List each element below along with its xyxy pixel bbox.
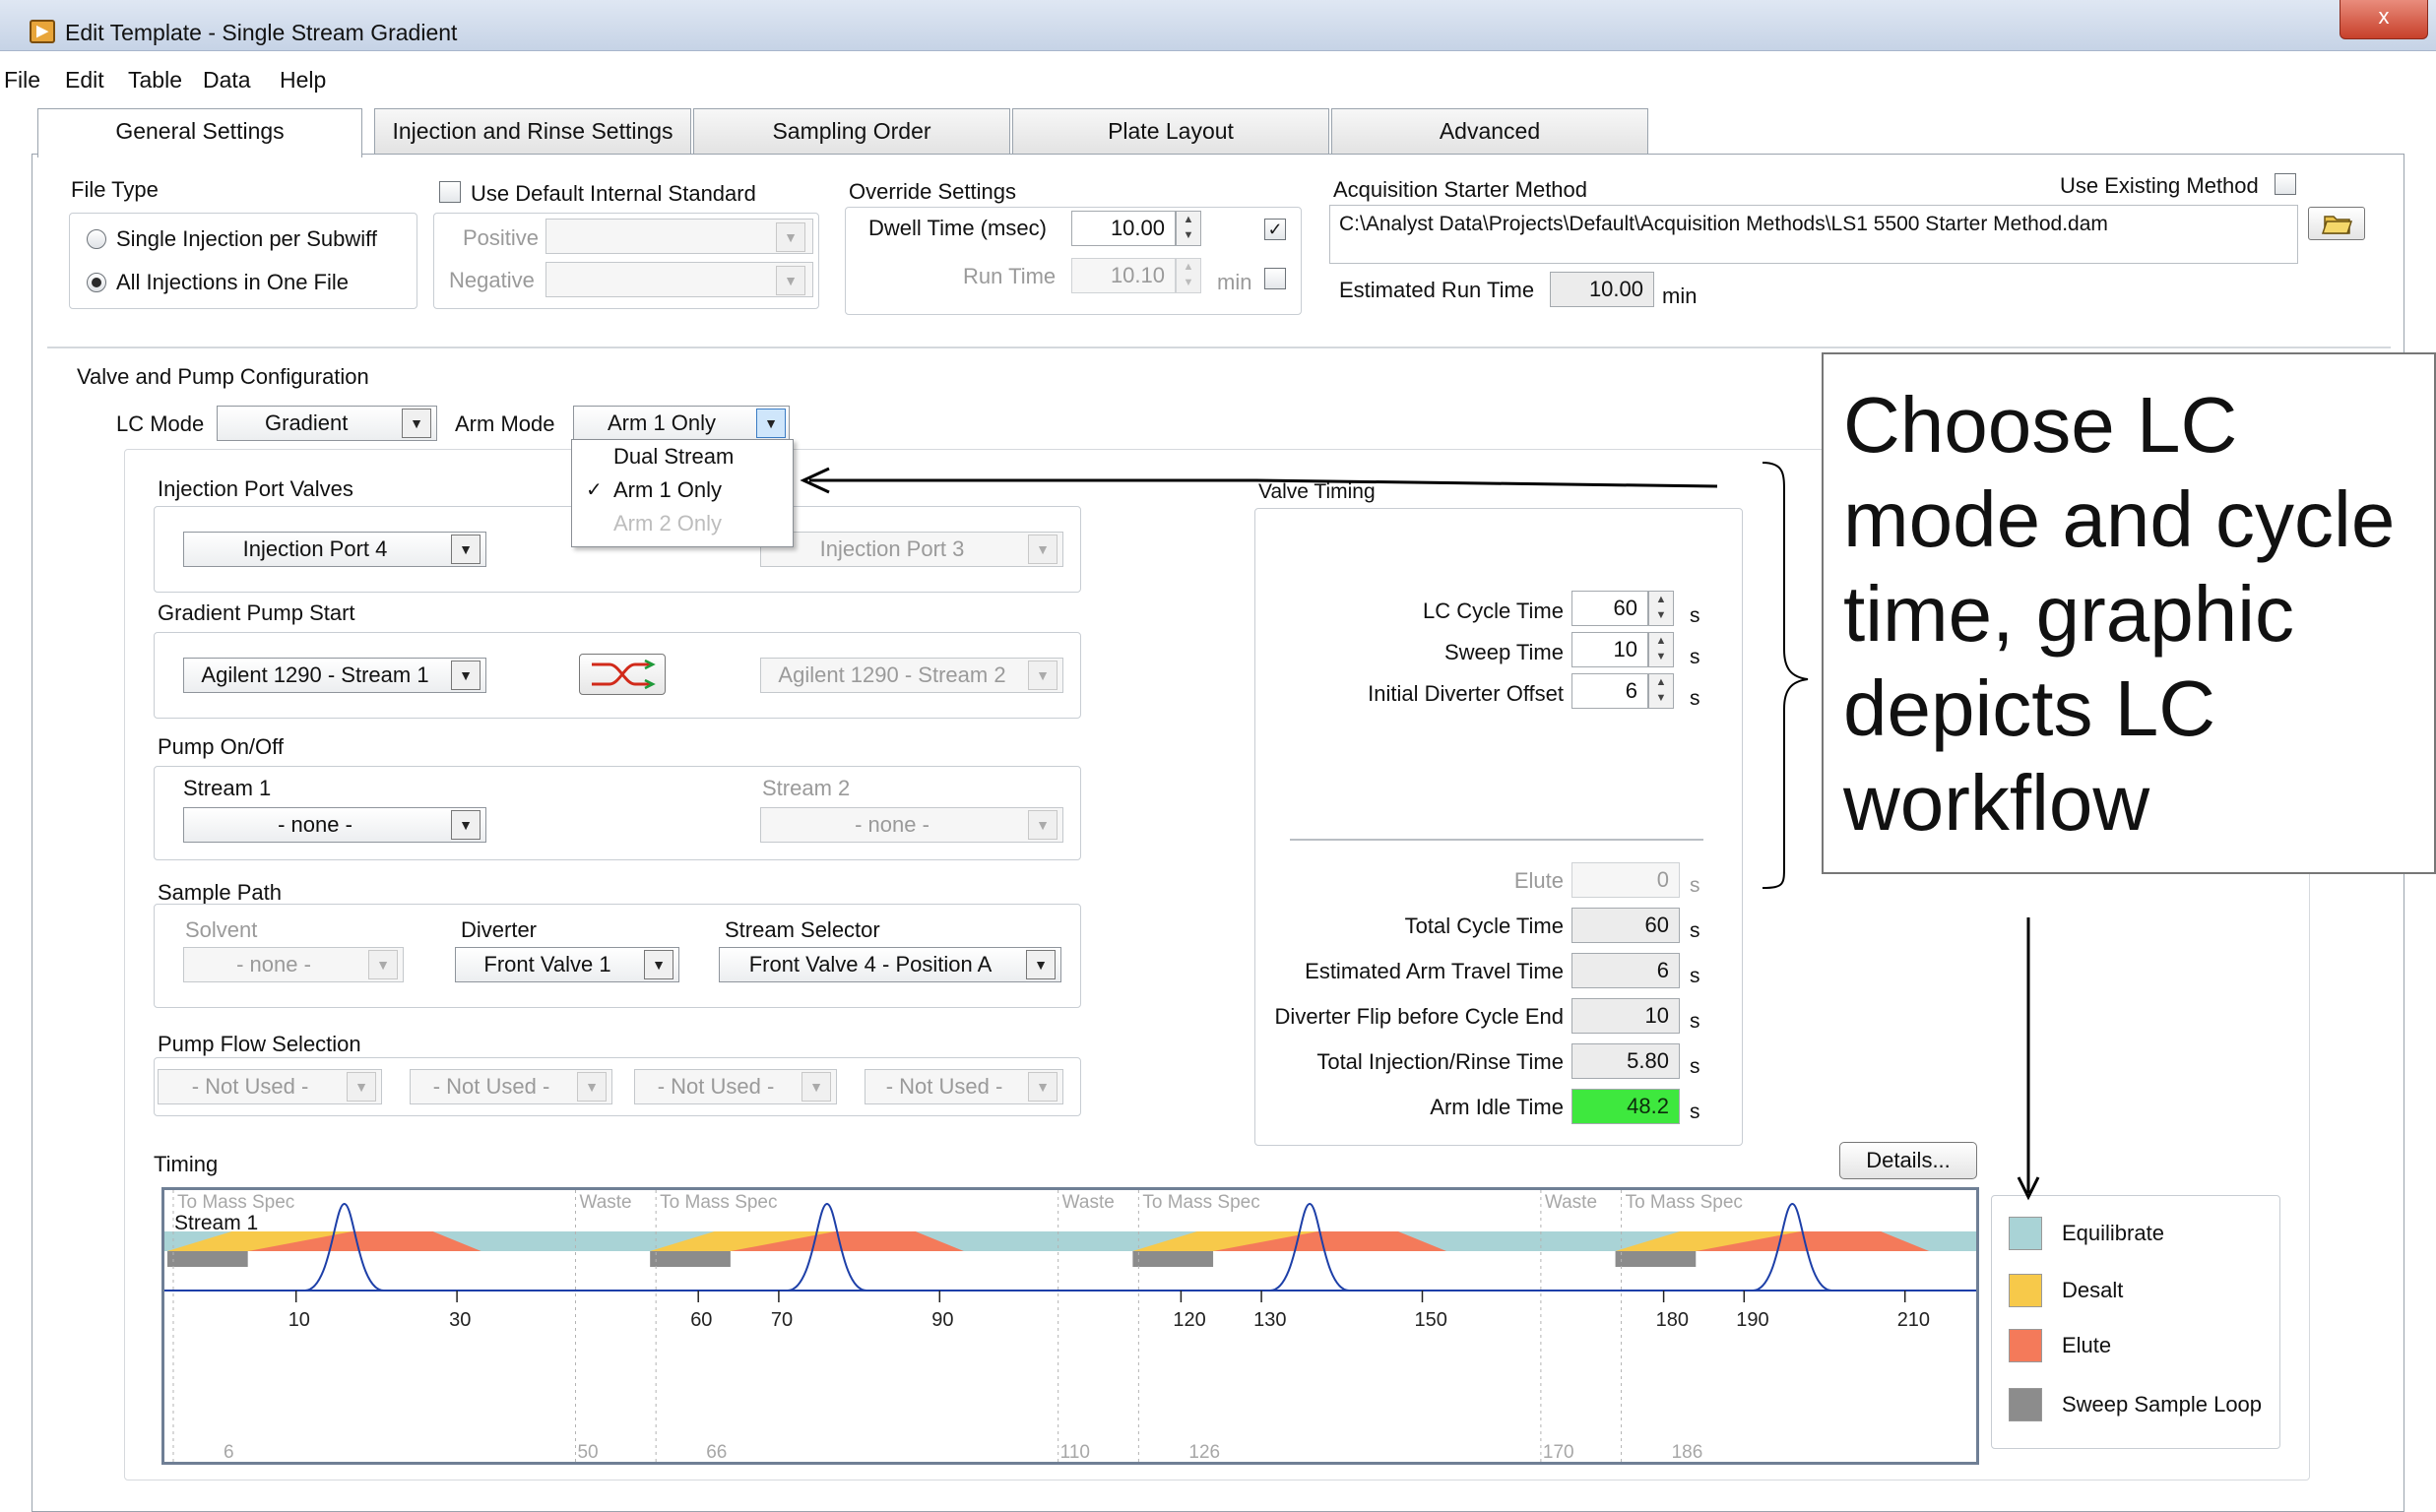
- callout-arrow-shaft-2: [1255, 478, 1718, 488]
- callout-line-5: workflow: [1843, 759, 2150, 847]
- callout-line-2: mode and cycle: [1843, 475, 2396, 563]
- tab-general-settings[interactable]: General Settings: [37, 108, 362, 158]
- callout-brace: [1762, 462, 1809, 889]
- callout-line-3: time, graphic: [1843, 570, 2294, 658]
- callout-line-4: depicts LC: [1843, 664, 2215, 752]
- callout-box: Choose LC mode and cycle time, graphic d…: [1822, 352, 2436, 874]
- callout-line-1: Choose LC: [1843, 381, 2238, 469]
